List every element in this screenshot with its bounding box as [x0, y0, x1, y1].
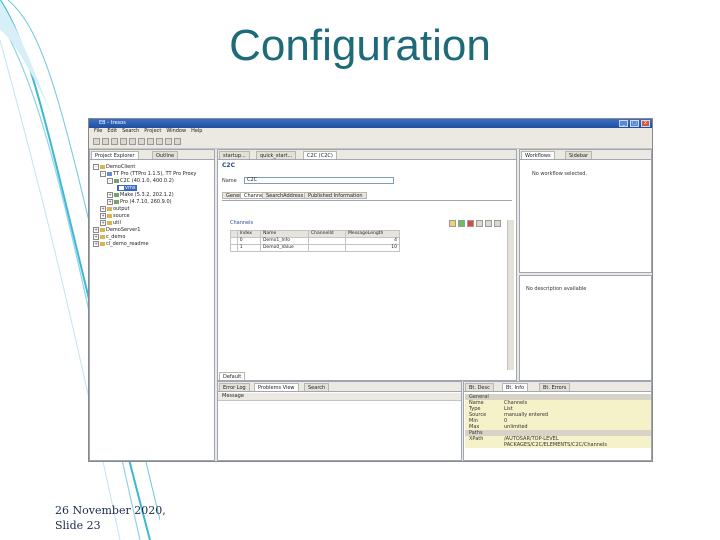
property-row: PACKAGES/C2C/ELEMENTS/C2C/Channels [465, 442, 651, 448]
name-label: Name [222, 178, 237, 184]
col-header-messagelength[interactable]: MessageLength [345, 230, 400, 238]
tree-item[interactable]: + c_demo [93, 234, 125, 240]
tab-default[interactable]: Default [219, 372, 246, 380]
tree-item[interactable]: + Pro (4.7.10, 260.9.0) [107, 199, 172, 205]
run-icon[interactable] [129, 138, 136, 145]
log-panel: Error Log Problems View Search Message [217, 381, 462, 461]
project-explorer-panel: Project Explorer Outline - DemoClient - TT… [89, 149, 215, 461]
tree-item[interactable]: - C2C (40.1.0, 400.0.2) [107, 178, 174, 184]
tree-item[interactable]: - DemoClient [93, 164, 135, 170]
footer-date: 26 November 2020, [55, 504, 166, 517]
minimize-button[interactable]: _ [619, 120, 628, 127]
new-icon[interactable] [93, 138, 100, 145]
slide-title: Configuration [229, 21, 491, 70]
tree-item[interactable]: + source [100, 213, 130, 219]
toolbar [89, 136, 652, 149]
col-header-name[interactable]: Name [259, 230, 309, 238]
window-title: EB - tresos [99, 120, 126, 126]
editor-header: C2C [222, 162, 235, 169]
editor-scrollbar[interactable] [507, 220, 514, 370]
channels-table: Index Name ChannelId MessageLength 0 Dem… [230, 230, 400, 252]
forward-icon[interactable] [156, 138, 163, 145]
col-header-index[interactable]: Index [236, 230, 261, 238]
col-header[interactable] [230, 230, 238, 238]
tab-error-log[interactable]: Error Log [219, 383, 250, 391]
table-row[interactable]: 1 Demo0_Value 10 [230, 244, 400, 252]
save-icon[interactable] [102, 138, 109, 145]
tab-c2c[interactable]: C2C (C2C) [303, 151, 337, 159]
application-screenshot: EB - tresos _ □ x File Edit Search Project W… [88, 118, 653, 462]
back-icon[interactable] [147, 138, 154, 145]
maximize-button[interactable]: □ [630, 120, 639, 127]
footer-slide-number: Slide 23 [55, 519, 101, 532]
add-icon[interactable] [458, 220, 465, 227]
properties-tabs: Bt. Desc Bt. Info Bt. Errors [464, 382, 651, 392]
menu-edit[interactable]: Edit [107, 128, 117, 134]
tab-problems-view[interactable]: Problems View [254, 383, 299, 391]
tab-bt-desc[interactable]: Bt. Desc [465, 383, 494, 391]
tab-outline[interactable]: Outline [152, 151, 179, 159]
tab-bt-info[interactable]: Bt. Info [502, 383, 529, 391]
menu-project[interactable]: Project [144, 128, 161, 134]
tree-item[interactable]: - TT Pro (TTPro 1.1.5), TT Pro Proxy [100, 171, 196, 177]
table-header-row: Index Name ChannelId MessageLength [230, 230, 400, 238]
workflow-tabs: Workflows Sidebar [520, 150, 651, 160]
description-panel: No description available [519, 275, 652, 381]
tab-workflows[interactable]: Workflows [521, 151, 555, 159]
tree-item[interactable]: + DemoServer1 [93, 227, 140, 233]
tree-item[interactable]: + util [100, 220, 121, 226]
tab-sidebar[interactable]: Sidebar [565, 151, 593, 159]
help-icon[interactable] [174, 138, 181, 145]
menu-search[interactable]: Search [122, 128, 139, 134]
tree-item[interactable]: + Make (5.3.2, 202.1.2) [107, 192, 174, 198]
menu-window[interactable]: Window [166, 128, 186, 134]
project-tabs: Project Explorer Outline [90, 150, 214, 160]
editor-subtabs: General Channels SearchAddress Published… [222, 192, 512, 201]
tab-project-explorer[interactable]: Project Explorer [91, 151, 139, 159]
workflow-status: No workflow selected. [532, 171, 588, 177]
tree-item[interactable]: + cl_demo_readme [93, 241, 149, 247]
search-icon[interactable] [138, 138, 145, 145]
generate-icon[interactable] [165, 138, 172, 145]
log-column-message[interactable]: Message [222, 393, 244, 399]
properties-panel: Bt. Desc Bt. Info Bt. Errors General Nam… [463, 381, 652, 461]
tab-startup[interactable]: startup... [219, 151, 250, 159]
tab-bt-errors[interactable]: Bt. Errors [539, 383, 571, 391]
menu-bar: File Edit Search Project Window Help [89, 128, 652, 136]
delete-icon[interactable] [467, 220, 474, 227]
build-icon[interactable] [120, 138, 127, 145]
tree-item[interactable]: + output [100, 206, 130, 212]
table-toolbar [448, 218, 502, 229]
close-button[interactable]: x [641, 120, 650, 127]
log-tabs: Error Log Problems View Search [218, 382, 461, 392]
col-header-channelid[interactable]: ChannelId [307, 230, 347, 238]
slide-footer: 26 November 2020, Slide 23 [55, 503, 166, 533]
description-text: No description available [526, 286, 587, 292]
down-icon[interactable] [494, 220, 501, 227]
window-titlebar: EB - tresos _ □ x [89, 119, 652, 128]
hint-icon[interactable] [449, 220, 456, 227]
tab-quick-start[interactable]: quick_start... [256, 151, 297, 159]
name-field[interactable]: C2C [244, 177, 394, 184]
editor-tabs: startup... quick_start... C2C (C2C) [218, 150, 516, 160]
subtab-searchaddress[interactable]: SearchAddress [262, 192, 308, 199]
log-header: Message [218, 393, 461, 401]
channels-section-title: Channels [230, 220, 254, 226]
print-icon[interactable] [111, 138, 118, 145]
copy-icon[interactable] [476, 220, 483, 227]
menu-file[interactable]: File [94, 128, 102, 134]
editor-panel: startup... quick_start... C2C (C2C) C2C … [217, 149, 517, 381]
table-row[interactable]: 0 Demo1_Info 4 [230, 237, 400, 245]
tab-search[interactable]: Search [304, 383, 330, 391]
subtab-published-information[interactable]: Published Information [304, 192, 367, 199]
up-icon[interactable] [485, 220, 492, 227]
tree-item-selected[interactable]: vms [117, 185, 138, 191]
workflows-panel: Workflows Sidebar No workflow selected. [519, 149, 652, 273]
menu-help[interactable]: Help [191, 128, 202, 134]
